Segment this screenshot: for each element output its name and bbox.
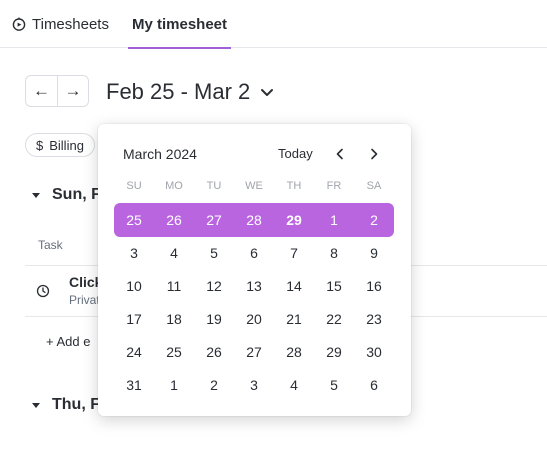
- calendar-day[interactable]: 2: [354, 205, 394, 235]
- calendar-day[interactable]: 6: [234, 238, 274, 268]
- today-button[interactable]: Today: [278, 146, 313, 161]
- calendar-day[interactable]: 29: [274, 205, 314, 235]
- tab-timesheets-label: Timesheets: [32, 15, 109, 33]
- day-section-thursday[interactable]: Thu, F: [32, 396, 100, 414]
- calendar-day[interactable]: 28: [274, 337, 314, 367]
- billing-filter-label: Billing: [49, 137, 84, 153]
- day-section-sunday[interactable]: Sun, F: [32, 186, 101, 204]
- calendar-day[interactable]: 20: [234, 304, 274, 334]
- week-nav-group: ← →: [25, 75, 89, 107]
- weekday-header: FR: [326, 180, 342, 192]
- weekday-header: MO: [165, 180, 183, 192]
- caret-down-icon: [32, 192, 40, 198]
- calendar-day[interactable]: 1: [154, 370, 194, 400]
- prev-month-button[interactable]: [328, 142, 352, 166]
- calendar-day[interactable]: 2: [194, 370, 234, 400]
- calendar-day[interactable]: 13: [234, 271, 274, 301]
- calendar-day[interactable]: 1: [314, 205, 354, 235]
- caret-down-icon: [32, 402, 40, 408]
- tab-timesheets[interactable]: Timesheets: [12, 0, 109, 48]
- calendar-day[interactable]: 5: [314, 370, 354, 400]
- calendar-day[interactable]: 14: [274, 271, 314, 301]
- top-tabs: Timesheets My timesheet: [0, 0, 547, 49]
- calendar-day[interactable]: 4: [154, 238, 194, 268]
- date-range-picker[interactable]: Feb 25 - Mar 2: [106, 78, 274, 106]
- calendar-day[interactable]: 11: [154, 271, 194, 301]
- weekday-header: SU: [126, 180, 142, 192]
- calendar-day[interactable]: 15: [314, 271, 354, 301]
- calendar-day[interactable]: 23: [354, 304, 394, 334]
- calendar-day[interactable]: 3: [114, 238, 154, 268]
- timer-icon: [12, 17, 26, 31]
- calendar-day[interactable]: 29: [314, 337, 354, 367]
- calendar-day[interactable]: 19: [194, 304, 234, 334]
- calendar-day[interactable]: 24: [114, 337, 154, 367]
- calendar-day[interactable]: 27: [194, 205, 234, 235]
- calendar-day[interactable]: 3: [234, 370, 274, 400]
- calendar-day[interactable]: 10: [114, 271, 154, 301]
- dollar-icon: $: [36, 137, 44, 153]
- calendar-day[interactable]: 18: [154, 304, 194, 334]
- calendar-day[interactable]: 27: [234, 337, 274, 367]
- active-tab-indicator: [128, 47, 231, 49]
- chevron-left-icon: [336, 148, 343, 160]
- calendar-day[interactable]: 12: [194, 271, 234, 301]
- weekday-header: TH: [286, 180, 302, 192]
- weekday-header: TU: [206, 180, 222, 192]
- tab-my-timesheet[interactable]: My timesheet: [128, 0, 231, 49]
- calendar-day[interactable]: 31: [114, 370, 154, 400]
- calendar-day[interactable]: 4: [274, 370, 314, 400]
- calendar-day[interactable]: 21: [274, 304, 314, 334]
- calendar-day[interactable]: 7: [274, 238, 314, 268]
- calendar-day[interactable]: 25: [154, 337, 194, 367]
- time-entry-subtitle: Privat: [69, 293, 100, 307]
- clock-icon: [36, 284, 50, 298]
- day-section-thursday-label: Thu, F: [52, 396, 100, 413]
- weekday-header: WE: [245, 180, 263, 192]
- calendar-day[interactable]: 16: [354, 271, 394, 301]
- day-section-sunday-label: Sun, F: [52, 186, 101, 203]
- calendar-day[interactable]: 26: [194, 337, 234, 367]
- date-range-label: Feb 25 - Mar 2: [106, 79, 251, 104]
- add-entry-button[interactable]: + Add e: [46, 334, 90, 349]
- next-week-button[interactable]: →: [56, 76, 88, 106]
- calendar-day[interactable]: 28: [234, 205, 274, 235]
- calendar-day[interactable]: 22: [314, 304, 354, 334]
- chevron-down-icon: [261, 89, 274, 96]
- calendar-month-label: March 2024: [123, 146, 197, 162]
- calendar-day[interactable]: 30: [354, 337, 394, 367]
- chevron-right-icon: [371, 148, 378, 160]
- calendar-day[interactable]: 9: [354, 238, 394, 268]
- calendar-day[interactable]: 17: [114, 304, 154, 334]
- date-picker-popover: March 2024 Today SU MO TU WE TH FR SA 25 26 27 28 2…: [98, 124, 411, 416]
- weekday-header: SA: [366, 180, 382, 192]
- calendar-day[interactable]: 6: [354, 370, 394, 400]
- billing-filter-chip[interactable]: $ Billing: [25, 133, 95, 157]
- calendar-day[interactable]: 25: [114, 205, 154, 235]
- next-month-button[interactable]: [362, 142, 386, 166]
- prev-week-button[interactable]: ←: [26, 76, 57, 106]
- calendar-day[interactable]: 26: [154, 205, 194, 235]
- tab-my-timesheet-label: My timesheet: [131, 15, 228, 33]
- calendar-day[interactable]: 8: [314, 238, 354, 268]
- calendar-day[interactable]: 5: [194, 238, 234, 268]
- task-column-header: Task: [38, 238, 63, 252]
